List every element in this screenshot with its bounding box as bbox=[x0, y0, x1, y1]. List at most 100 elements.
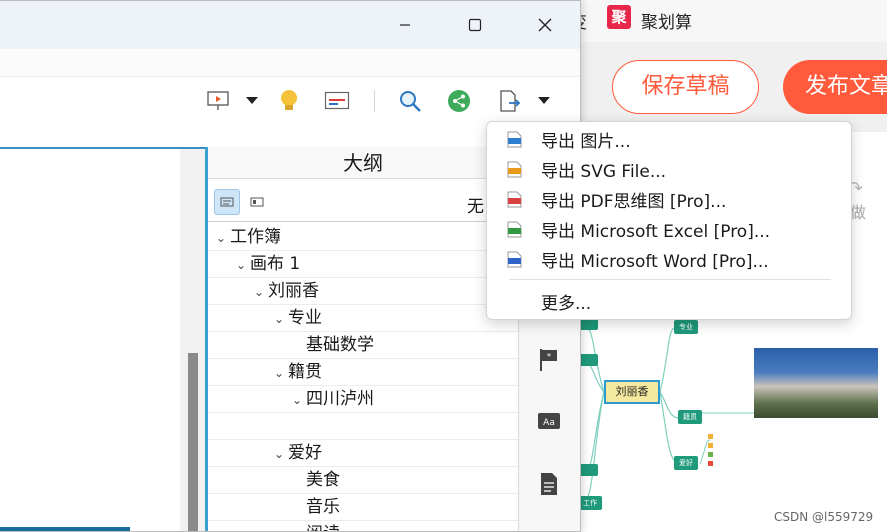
redo-label: 做 bbox=[850, 203, 867, 222]
outline-row[interactable]: 音乐 bbox=[208, 494, 518, 521]
mindmap-node: 专业 bbox=[674, 320, 698, 334]
chevron-down-icon[interactable]: ⌄ bbox=[212, 225, 230, 251]
share-icon bbox=[448, 90, 470, 112]
outline-row[interactable]: ⌄ 专业 bbox=[208, 305, 518, 332]
outline-row[interactable]: 美食 bbox=[208, 467, 518, 494]
outline-row-label: 爱好 bbox=[288, 443, 322, 463]
export-dropdown[interactable] bbox=[534, 88, 554, 114]
chevron-down-icon bbox=[538, 97, 550, 104]
document-icon bbox=[541, 473, 557, 495]
outline-row-label: 专业 bbox=[288, 308, 322, 328]
juhuasuan-logo: 聚 bbox=[607, 5, 631, 29]
outline-row-label: 工作簿 bbox=[230, 227, 281, 247]
flag-icon: * bbox=[540, 349, 557, 371]
chevron-down-icon bbox=[246, 97, 258, 104]
export-menu-item-label: 导出 Microsoft Excel [Pro]... bbox=[541, 221, 771, 242]
maximize-button[interactable] bbox=[440, 1, 510, 49]
chevron-down-icon[interactable]: ⌄ bbox=[270, 360, 288, 386]
export-menu-item[interactable]: 更多... bbox=[487, 286, 851, 316]
export-menu-item-label: 导出 图片... bbox=[541, 131, 631, 152]
mindmap-node-partial bbox=[578, 354, 598, 366]
csdn-watermark: CSDN @l559729 bbox=[774, 510, 874, 524]
export-menu-item[interactable]: 导出 PDF思维图 [Pro]... bbox=[487, 184, 851, 214]
export-menu-item-label: 导出 Microsoft Word [Pro]... bbox=[541, 251, 769, 272]
minimize-icon bbox=[400, 24, 410, 26]
outline-row-label: 基础数学 bbox=[306, 335, 374, 355]
outline-row-label: 阅读 bbox=[306, 524, 340, 531]
minimize-button[interactable] bbox=[370, 1, 440, 49]
doc-file-icon bbox=[506, 250, 522, 268]
outline-row-label: 画布 1 bbox=[250, 254, 301, 274]
mindmap-node-partial bbox=[578, 464, 598, 476]
export-button[interactable] bbox=[496, 88, 522, 114]
publish-article-button[interactable]: 发布文章 bbox=[783, 60, 887, 114]
close-icon bbox=[538, 18, 552, 32]
canvas-sheet[interactable] bbox=[0, 149, 180, 531]
export-menu-item[interactable]: 导出 SVG File... bbox=[487, 154, 851, 184]
subtitle-button[interactable] bbox=[324, 88, 350, 114]
svg-text:*: * bbox=[547, 352, 551, 361]
export-menu-item-label: 导出 PDF思维图 [Pro]... bbox=[541, 191, 727, 212]
outline-filter-value[interactable]: 无 bbox=[467, 192, 484, 217]
chevron-down-icon[interactable]: ⌄ bbox=[270, 306, 288, 332]
mindmap-image: 刘丽香 专业 籍贯 爱好 工作 bbox=[568, 300, 887, 532]
outline-row[interactable]: ⌄ 画布 1 bbox=[208, 251, 518, 278]
tree-view-icon bbox=[250, 197, 264, 207]
chevron-down-icon[interactable]: ⌄ bbox=[270, 441, 288, 467]
canvas-bottom-strip bbox=[0, 527, 130, 531]
presentation-icon bbox=[207, 91, 229, 110]
maximize-icon bbox=[468, 18, 482, 32]
menu-bar bbox=[0, 49, 580, 77]
image-file-icon bbox=[506, 130, 522, 148]
idea-button[interactable] bbox=[276, 88, 302, 114]
outline-panel: 大纲 无 ⌄ 工作簿 ⌄ 画布 1 ⌄ 刘丽香 ⌄ 专业 基础数学 ⌄ 籍贯 ⌄ 四川泸州 ⌄ 爱好 美食 音乐… bbox=[208, 147, 518, 531]
mindmap-node: 籍贯 bbox=[678, 410, 702, 424]
search-button[interactable] bbox=[397, 88, 423, 114]
mindmap-node: 爱好 bbox=[674, 456, 698, 470]
outline-row-label: 籍贯 bbox=[288, 362, 322, 382]
outline-row[interactable] bbox=[208, 413, 518, 440]
chevron-down-icon[interactable]: ⌄ bbox=[250, 279, 268, 305]
outline-tree-button[interactable] bbox=[244, 189, 270, 215]
mindmap-photo bbox=[754, 348, 878, 418]
mindmap-hobby-sublist bbox=[708, 434, 730, 474]
subtitle-icon bbox=[324, 91, 350, 110]
export-menu-item[interactable]: 导出 图片... bbox=[487, 124, 851, 154]
redo-button[interactable]: ↷ 做 bbox=[848, 178, 867, 223]
outline-row-label: 美食 bbox=[306, 470, 340, 490]
export-menu-item[interactable]: 导出 Microsoft Excel [Pro]... bbox=[487, 214, 851, 244]
export-menu-item[interactable]: 导出 Microsoft Word [Pro]... bbox=[487, 244, 851, 274]
toolbar-separator bbox=[374, 90, 375, 112]
text-format-button[interactable]: Aa bbox=[536, 409, 562, 435]
save-draft-button[interactable]: 保存草稿 bbox=[612, 60, 759, 114]
close-button[interactable] bbox=[510, 1, 580, 49]
svg-text:Aa: Aa bbox=[543, 418, 555, 428]
export-menu-item-label: 导出 SVG File... bbox=[541, 161, 667, 182]
list-view-icon bbox=[220, 197, 234, 207]
outline-row[interactable]: ⌄ 刘丽香 bbox=[208, 278, 518, 305]
chevron-down-icon[interactable]: ⌄ bbox=[288, 387, 306, 413]
outline-row[interactable]: ⌄ 爱好 bbox=[208, 440, 518, 467]
marker-button[interactable]: * bbox=[536, 347, 562, 373]
window-titlebar bbox=[0, 1, 580, 49]
outline-row[interactable]: 阅读 bbox=[208, 521, 518, 531]
outline-row[interactable]: ⌄ 工作簿 bbox=[208, 224, 518, 251]
share-button[interactable] bbox=[446, 88, 472, 114]
menu-divider bbox=[509, 279, 831, 280]
outline-row[interactable]: ⌄ 四川泸州 bbox=[208, 386, 518, 413]
notes-button[interactable] bbox=[536, 471, 562, 497]
pdf-file-icon bbox=[506, 190, 522, 208]
presentation-dropdown[interactable] bbox=[242, 88, 262, 114]
presentation-button[interactable] bbox=[205, 88, 231, 114]
export-dropdown-menu: 导出 图片... 导出 SVG File... 导出 PDF思维图 [Pro]...… bbox=[486, 121, 852, 320]
mindmap-central-node: 刘丽香 bbox=[604, 380, 660, 404]
outline-view-button[interactable] bbox=[214, 189, 240, 215]
mindmap-node: 工作 bbox=[578, 496, 602, 510]
chevron-down-icon[interactable]: ⌄ bbox=[232, 252, 250, 278]
outline-row[interactable]: ⌄ 籍贯 bbox=[208, 359, 518, 386]
outline-row[interactable]: 基础数学 bbox=[208, 332, 518, 359]
outline-toolbar: 无 bbox=[208, 180, 518, 222]
bookmark-juhuasuan[interactable]: 聚划算 bbox=[641, 8, 692, 33]
canvas-scrollbar[interactable] bbox=[188, 353, 198, 531]
xls-file-icon bbox=[506, 220, 522, 238]
